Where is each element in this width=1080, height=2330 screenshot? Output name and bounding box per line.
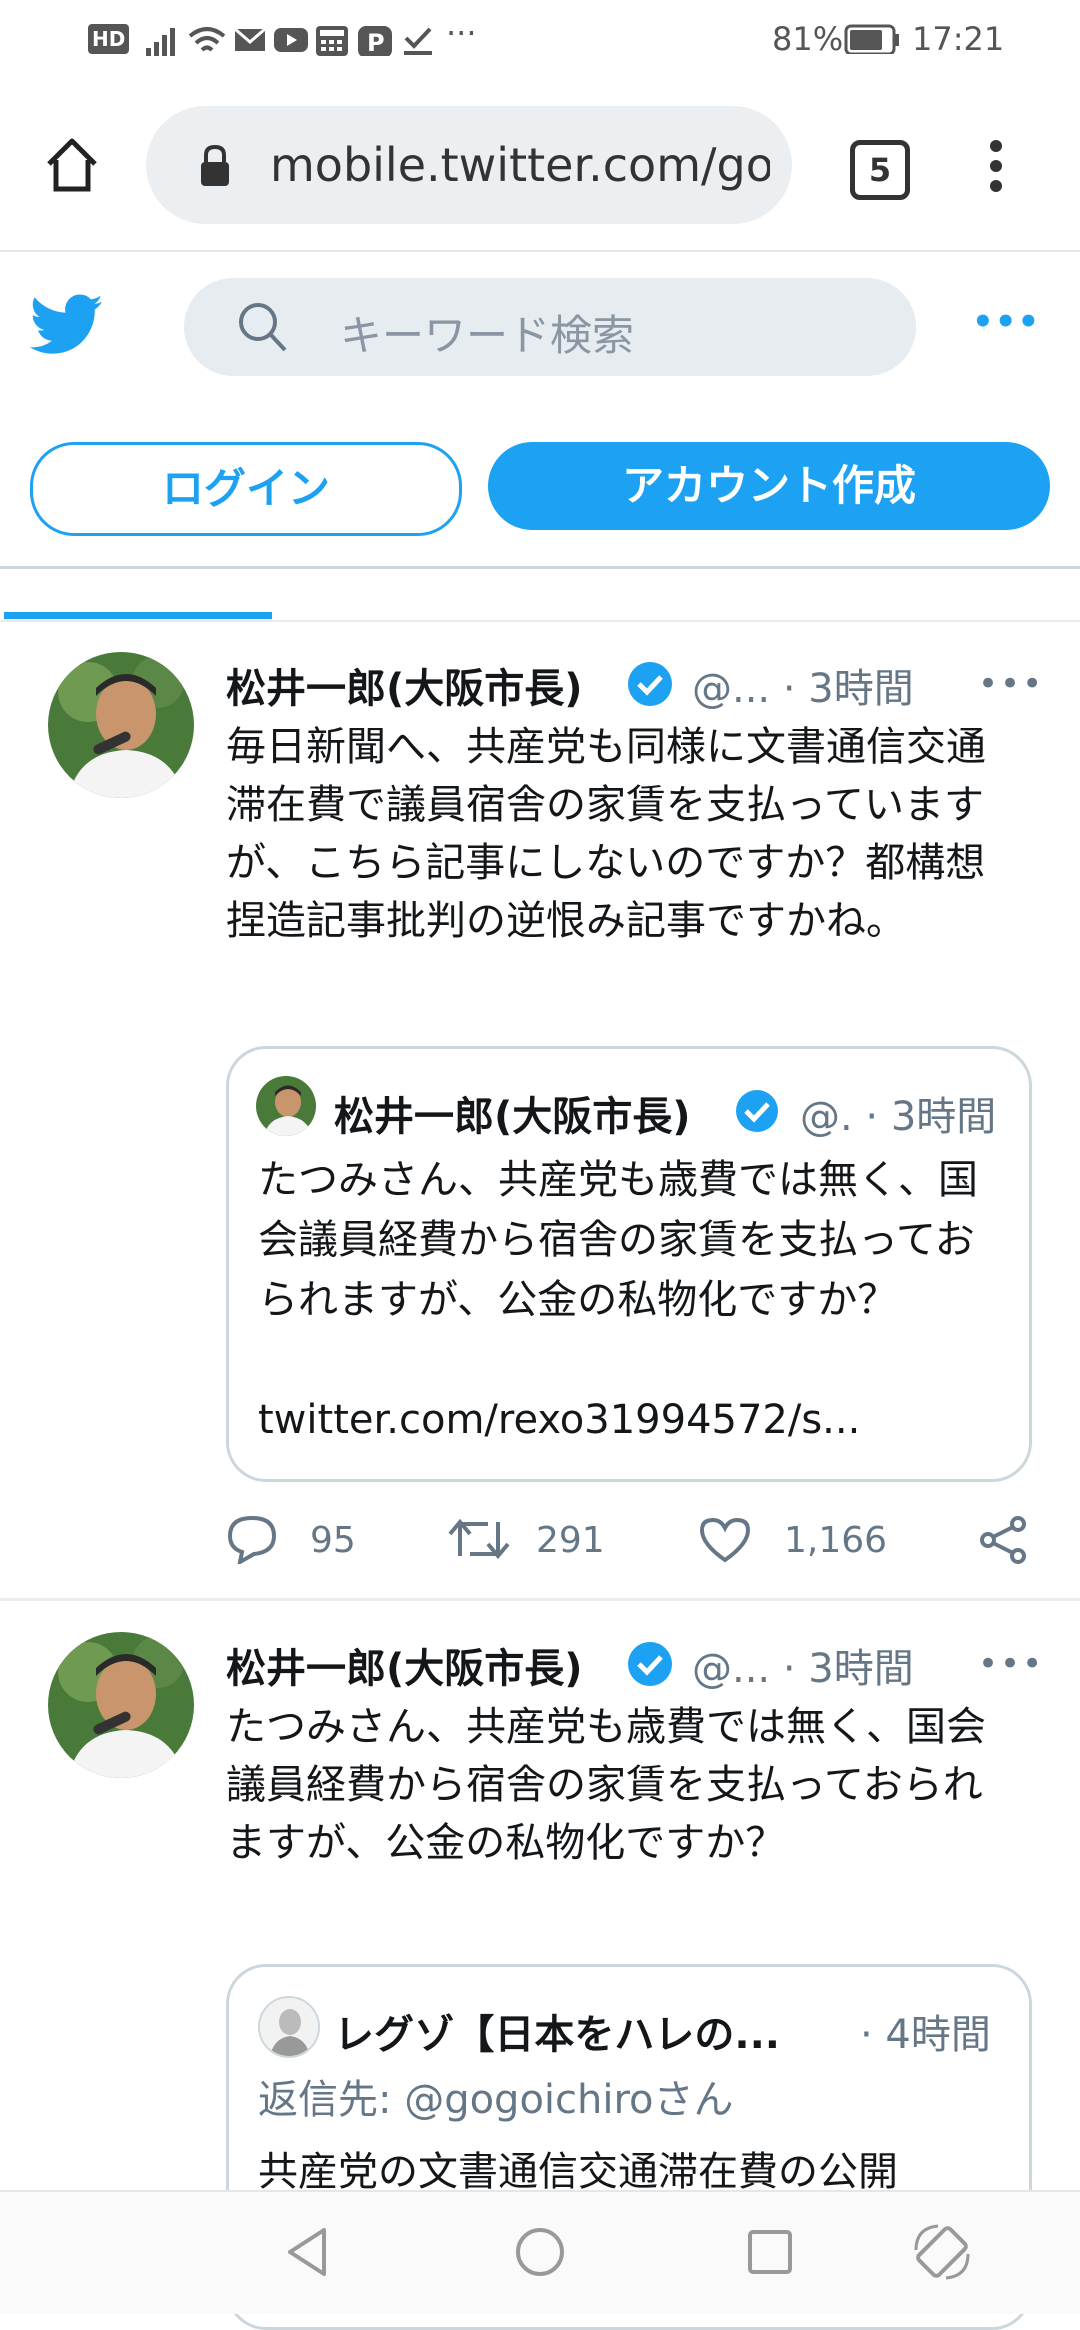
quoted-reply-to: 返信先: @gogoichiroさん <box>258 2077 734 2123</box>
reply-icon[interactable] <box>226 1514 278 1564</box>
avatar-image <box>48 1632 194 1778</box>
quoted-author-name: 松井一郎(大阪市長) <box>334 1094 691 1140</box>
tweet-more-icon[interactable]: ••• <box>978 664 1044 704</box>
share-icon[interactable] <box>978 1516 1028 1564</box>
tweet-handle-time[interactable]: @... · 3時間 <box>692 656 914 714</box>
battery-percent: 81% <box>772 20 844 58</box>
hd-icon: HD <box>88 24 130 54</box>
avatar[interactable] <box>48 652 194 798</box>
url-text[interactable]: mobile.twitter.com/gogoichiro <box>270 138 770 192</box>
like-count: 1,166 <box>784 1520 888 1561</box>
tweet-author-name[interactable]: 松井一郎(大阪市長) <box>226 1636 583 1694</box>
mail-icon <box>234 27 266 51</box>
recents-icon[interactable] <box>746 2228 794 2276</box>
battery-icon <box>844 24 899 54</box>
signup-button[interactable]: アカウント作成 <box>488 442 1050 530</box>
check-icon <box>404 27 432 55</box>
status-bar: HD P ··· 81% 17:21 <box>0 0 1080 80</box>
menu-kebab-icon[interactable] <box>988 140 1004 192</box>
tweet-author-name[interactable]: 松井一郎(大阪市長) <box>226 656 583 714</box>
tweet-handle-time[interactable]: @... · 3時間 <box>692 1636 914 1694</box>
retweet-icon[interactable] <box>448 1516 510 1562</box>
avatar[interactable] <box>48 1632 194 1778</box>
avatar-image <box>48 652 194 798</box>
divider <box>0 566 1080 569</box>
tab-indicator <box>4 612 272 619</box>
retweet-count: 291 <box>536 1520 605 1561</box>
search-placeholder: キーワード検索 <box>340 311 635 360</box>
lock-icon <box>201 144 229 186</box>
more-menu-icon[interactable]: ••• <box>972 302 1040 342</box>
quoted-handle-time: @. · 3時間 <box>800 1094 997 1140</box>
home-nav-icon[interactable] <box>514 2226 566 2278</box>
wifi-icon <box>188 27 226 52</box>
quoted-avatar <box>256 1076 316 1136</box>
rotate-screen-icon[interactable] <box>910 2220 974 2284</box>
app-p-icon: P <box>358 26 392 56</box>
quoted-author-name: レグゾ【日本をハレの... <box>334 2012 780 2058</box>
quoted-tweet-text: たつみさん、共産党も歳費では無く、国会議員経費から宿舎の家賃を支払っておられます… <box>258 1157 978 1323</box>
search-icon <box>239 303 287 352</box>
divider <box>0 620 1080 622</box>
twitter-logo-icon[interactable] <box>30 294 104 356</box>
quoted-avatar-image <box>256 1076 316 1136</box>
svg-text:P: P <box>367 29 385 56</box>
verified-badge-icon <box>736 1090 778 1132</box>
reply-count: 95 <box>310 1520 356 1561</box>
verified-badge-icon <box>628 662 672 706</box>
quoted-handle-time: · 4時間 <box>860 2012 991 2058</box>
tweet-text: たつみさん、共産党も歳費では無く、国会議員経費から宿舎の家賃を支払っておられます… <box>226 1704 986 1866</box>
tweet-more-icon[interactable]: ••• <box>978 1644 1044 1684</box>
login-button[interactable]: ログイン <box>30 442 462 536</box>
more-notifications: ··· <box>446 14 477 52</box>
tweet-text: 毎日新聞へ、共産党も同様に文書通信交通滞在費で議員宿舎の家賃を支払っていますが、… <box>226 724 986 944</box>
like-heart-icon[interactable] <box>698 1516 752 1564</box>
divider <box>0 1598 1080 1601</box>
tab-switcher-button[interactable]: 5 <box>850 140 910 200</box>
quoted-avatar-image <box>260 1998 318 2056</box>
calculator-icon <box>316 26 348 56</box>
youtube-icon <box>274 28 308 52</box>
quoted-avatar <box>258 1996 320 2058</box>
clock: 17:21 <box>912 20 1005 58</box>
quoted-tweet-link[interactable]: twitter.com/rexo31994572/s... <box>258 1390 998 1450</box>
verified-badge-icon <box>628 1642 672 1686</box>
signal-icon <box>146 28 175 56</box>
back-icon[interactable] <box>284 2226 330 2278</box>
home-icon[interactable] <box>44 136 100 194</box>
